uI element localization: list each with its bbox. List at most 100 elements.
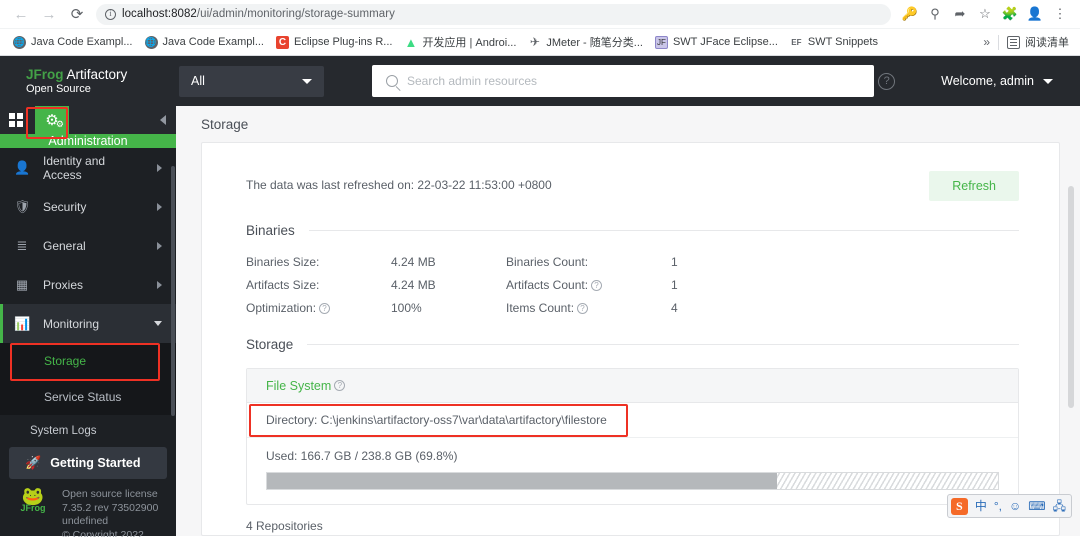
content-scrollbar[interactable] — [1068, 186, 1074, 408]
table-row-value: 100% — [391, 301, 422, 315]
used-text: Used: 166.7 GB / 238.8 GB (69.8%) — [266, 449, 458, 463]
bookmark-item[interactable]: C Eclipse Plug-ins R... — [270, 33, 398, 52]
sidebar-item-storage[interactable]: Storage — [0, 343, 176, 379]
license-info: 🐸 JFrog Open source license 7.35.2 rev 7… — [0, 479, 176, 537]
sidebar-item-administration-icon[interactable]: ⚙ ⚙ — [35, 106, 69, 134]
user-menu[interactable]: Welcome, admin — [941, 74, 1053, 88]
menu-icon[interactable]: ⋮ — [1048, 2, 1072, 26]
file-system-panel: File System ? Directory: C:\jenkins\arti… — [246, 368, 1019, 505]
repositories-count: 4 Repositories — [246, 519, 323, 533]
swt-icon: JF — [654, 35, 668, 49]
sidebar-item-monitoring[interactable]: 📊 Monitoring — [0, 304, 176, 343]
sidebar-item-label: General — [43, 238, 86, 253]
getting-started-button[interactable]: 🚀 Getting Started — [9, 447, 167, 479]
reload-button[interactable]: ⟳ — [64, 1, 90, 27]
storage-section-header: Storage — [246, 337, 1019, 352]
label-text: Optimization: — [246, 301, 317, 315]
chevron-right-icon — [157, 202, 162, 211]
directory-row: Directory: C:\jenkins\artifactory-oss7\v… — [247, 403, 1018, 438]
browser-action-icons: 🔑 ⚲ ➦ ☆ 🧩 👤 ⋮ — [898, 2, 1072, 26]
ime-language-icon[interactable]: 中 — [975, 500, 987, 512]
bar-chart-icon: 📊 — [14, 315, 31, 331]
sidebar-item-security[interactable]: 🛡 Security — [0, 187, 176, 226]
divider — [307, 344, 1019, 345]
ime-toolbox-icon[interactable]: 🖧 — [1053, 500, 1066, 512]
ime-keyboard-icon[interactable]: ⌨ — [1028, 500, 1045, 512]
back-icon: ← — [13, 5, 29, 23]
sidebar-item-label: Service Status — [44, 390, 122, 404]
brand-edition: Open Source — [26, 82, 91, 95]
reading-list-button[interactable]: 阅读清单 — [1007, 34, 1069, 50]
search-input[interactable]: Search admin resources — [407, 74, 537, 88]
ime-emoji-icon[interactable]: ☺ — [1009, 500, 1021, 512]
sidebar-item-label: Identity and Access — [43, 153, 106, 182]
frog-icon: 🐸 — [21, 486, 45, 506]
bookmark-label: SWT JFace Eclipse... — [672, 36, 778, 48]
profile-icon[interactable]: 👤 — [1023, 2, 1047, 26]
share-icon[interactable]: ➦ — [948, 2, 972, 26]
help-circle-icon[interactable]: ? — [591, 280, 603, 291]
sidebar-item-identity-and-access[interactable]: 👤 Identity and Access — [0, 148, 176, 187]
star-icon[interactable]: ☆ — [973, 2, 997, 26]
table-row-value: 4.24 MB — [391, 278, 436, 292]
bookmark-label: Java Code Exampl... — [31, 36, 133, 48]
table-row-value: 4.24 MB — [391, 255, 436, 269]
sidebar-scrollbar[interactable] — [171, 166, 175, 416]
rocket-icon: 🚀 — [25, 455, 42, 470]
android-icon: ▲ — [404, 34, 418, 50]
url-path: /ui/admin/monitoring/storage-summary — [196, 8, 395, 20]
ime-toolbar: S 中 °, ☺ ⌨ 🖧 — [946, 494, 1072, 518]
sidebar-item-general[interactable]: ≣ General — [0, 226, 176, 265]
brand-jfrog: JFrog — [26, 66, 64, 82]
bookmark-item[interactable]: ✈ JMeter - 随笔分类... — [522, 31, 649, 53]
app-body: ⚙ ⚙ Administration 👤 Identity and Access… — [0, 106, 1080, 537]
sidebar-nav: 👤 Identity and Access 🛡 Security ≣ Gener… — [0, 148, 176, 537]
collapse-left-icon[interactable] — [160, 115, 166, 125]
grid-apps-icon[interactable] — [9, 112, 24, 128]
help-circle-icon[interactable]: ? — [334, 380, 346, 391]
sogou-logo-icon[interactable]: S — [950, 497, 968, 515]
table-row-label: Items Count:? — [506, 301, 671, 315]
bookmark-item[interactable]: JF SWT JFace Eclipse... — [649, 33, 784, 52]
sidebar-item-service-status[interactable]: Service Status — [0, 379, 176, 415]
chevron-down-icon — [1043, 78, 1053, 84]
site-info-icon[interactable] — [105, 8, 116, 20]
address-bar[interactable]: localhost:8082/ui/admin/monitoring/stora… — [96, 3, 891, 25]
bookmarks-bar: 🌐 Java Code Exampl... 🌐 Java Code Exampl… — [0, 28, 1080, 55]
chevron-down-icon — [302, 78, 312, 84]
gear-small-icon: ⚙ — [55, 119, 64, 129]
bookmarks-overflow-area: » 阅读清单 — [983, 34, 1073, 50]
ime-punctuation-icon[interactable]: °, — [994, 500, 1002, 512]
forward-button[interactable]: → — [36, 1, 62, 27]
binaries-section-header: Binaries — [246, 223, 1019, 238]
brand-logo[interactable]: JFrog Artifactory Open Source — [0, 67, 176, 96]
section-title: Storage — [246, 337, 294, 352]
storage-summary-card: The data was last refreshed on: 22-03-22… — [201, 142, 1060, 536]
bookmarks-overflow-button[interactable]: » — [983, 35, 990, 49]
extensions-icon[interactable]: 🧩 — [998, 2, 1022, 26]
sidebar-item-proxies[interactable]: ▦ Proxies — [0, 265, 176, 304]
bookmark-item[interactable]: EF SWT Snippets — [784, 33, 884, 52]
bookmark-label: JMeter - 随笔分类... — [546, 37, 643, 49]
back-button[interactable]: ← — [8, 1, 34, 27]
bookmark-item[interactable]: 🌐 Java Code Exampl... — [139, 33, 271, 52]
refresh-button[interactable]: Refresh — [929, 171, 1019, 201]
admin-search-box[interactable]: Search admin resources — [372, 65, 874, 97]
help-circle-icon[interactable]: ? — [577, 303, 589, 314]
help-circle-icon[interactable]: ? — [319, 303, 331, 314]
help-icon[interactable]: ? — [878, 72, 896, 90]
welcome-label: Welcome, admin — [941, 74, 1034, 88]
storage-usage-fill — [267, 473, 778, 489]
bookmark-item[interactable]: 🌐 Java Code Exampl... — [7, 33, 139, 52]
divider — [308, 230, 1019, 231]
repo-filter-dropdown[interactable]: All — [179, 65, 324, 97]
bookmark-item[interactable]: ▲ 开发应用 | Androi... — [398, 31, 522, 53]
directory-text: Directory: C:\jenkins\artifactory-oss7\v… — [266, 413, 607, 427]
key-icon[interactable]: 🔑 — [898, 2, 922, 26]
table-row-label: Binaries Count: — [506, 255, 671, 269]
license-line: undefined — [62, 515, 109, 527]
search-icon[interactable]: ⚲ — [923, 2, 947, 26]
table-row-label: Optimization:? — [246, 301, 391, 315]
globe-icon: 🌐 — [13, 35, 26, 49]
sidebar-item-system-logs[interactable]: System Logs — [0, 415, 176, 447]
